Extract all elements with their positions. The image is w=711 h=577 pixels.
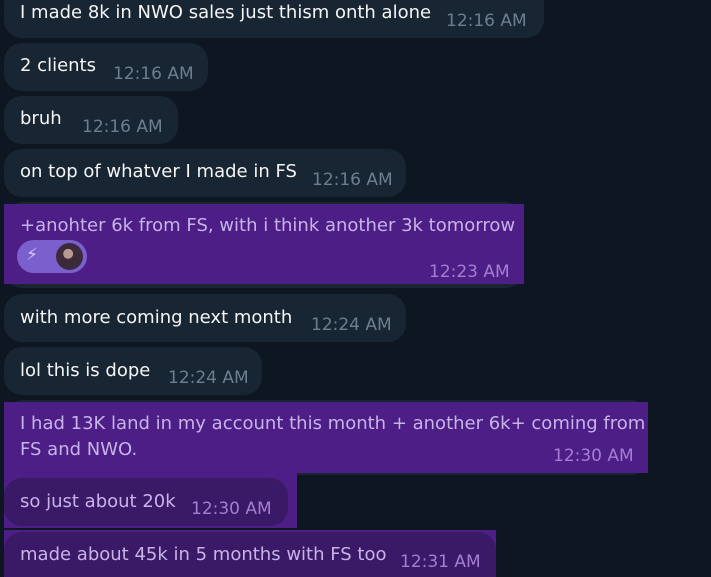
chat-history[interactable]: I made 8k in NWO sales just thism onth a… (0, 0, 711, 577)
message-text: I made 8k in NWO sales just thism onth a… (20, 2, 432, 23)
message-text: 2 clients (20, 55, 96, 76)
message-text: made about 45k in 5 months with FS too (20, 544, 387, 565)
message-text-line-2: FS and NWO. (20, 439, 138, 460)
message-bubble[interactable]: +anohter 6k from FS, with i think anothe… (4, 202, 524, 288)
message-time: 12:30 AM (191, 499, 272, 519)
message-bubble[interactable]: I made 8k in NWO sales just thism onth a… (4, 0, 544, 38)
message-time: 12:30 AM (553, 446, 634, 466)
message-time: 12:24 AM (311, 315, 392, 335)
reactor-avatar (56, 243, 83, 270)
message-time: 12:23 AM (429, 262, 510, 282)
message-text: on top of whatver I made in FS (20, 161, 297, 182)
message-time: 12:16 AM (82, 117, 163, 137)
message-bubble[interactable]: so just about 20k 12:30 AM (4, 478, 288, 526)
message-time: 12:16 AM (446, 11, 527, 31)
message-time: 12:31 AM (400, 552, 481, 572)
message-text: +anohter 6k from FS, with i think anothe… (20, 215, 516, 236)
message-text: bruh (20, 108, 62, 129)
message-bubble[interactable]: lol this is dope 12:24 AM (4, 347, 262, 395)
reaction-badge[interactable]: ⚡ (17, 240, 87, 273)
message-text-line-1: I had 13K land in my account this month … (20, 413, 646, 434)
message-text: lol this is dope (20, 360, 151, 381)
message-time: 12:16 AM (312, 170, 393, 190)
message-time: 12:16 AM (113, 64, 194, 84)
message-time: 12:24 AM (168, 368, 249, 388)
message-bubble[interactable]: I had 13K land in my account this month … (4, 400, 648, 475)
message-bubble[interactable]: made about 45k in 5 months with FS too 1… (4, 532, 496, 577)
message-bubble[interactable]: with more coming next month 12:24 AM (4, 294, 406, 342)
message-text: so just about 20k (20, 491, 176, 512)
message-bubble[interactable]: bruh 12:16 AM (4, 96, 178, 144)
lightning-icon: ⚡ (26, 245, 38, 265)
message-bubble[interactable]: 2 clients 12:16 AM (4, 43, 208, 91)
message-bubble[interactable]: on top of whatver I made in FS 12:16 AM (4, 149, 406, 197)
message-text: with more coming next month (20, 307, 293, 328)
